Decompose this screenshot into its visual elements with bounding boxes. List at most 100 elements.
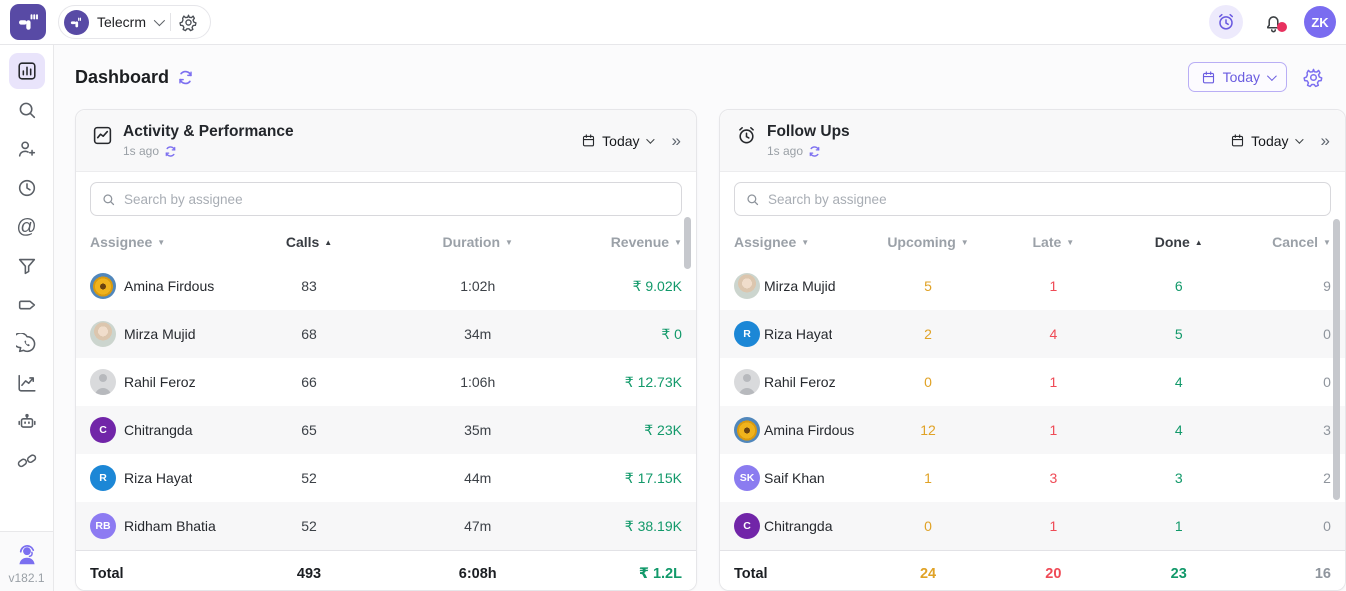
sidebar-item-dashboard[interactable] bbox=[9, 53, 45, 89]
followups-panel-title: Follow Ups bbox=[767, 123, 850, 142]
column-header-assignee[interactable]: Assignee▼ bbox=[90, 234, 256, 250]
column-header-revenue[interactable]: Revenue▼ bbox=[593, 234, 682, 250]
activity-panel-title: Activity & Performance bbox=[123, 123, 294, 142]
telecrm-logo-icon bbox=[16, 10, 40, 34]
table-row: RRiza Hayat 2 4 5 0 bbox=[720, 310, 1345, 358]
followups-updated-label: 1s ago bbox=[767, 144, 803, 158]
table-row: Amina Firdous 83 1:02h ₹ 9.02K bbox=[76, 262, 696, 310]
global-date-filter-button[interactable]: Today bbox=[1188, 62, 1287, 92]
followups-table-body: Mirza Mujid 5 1 6 9 RRiza Hayat 2 4 5 0 bbox=[720, 262, 1345, 550]
tag-label-icon bbox=[16, 294, 38, 316]
activity-search-box bbox=[90, 182, 682, 216]
avatar bbox=[734, 273, 760, 299]
column-header-duration[interactable]: Duration▼ bbox=[362, 234, 593, 250]
sidebar-item-history[interactable] bbox=[9, 170, 45, 206]
table-row: Mirza Mujid 5 1 6 9 bbox=[720, 262, 1345, 310]
chevron-down-icon bbox=[1267, 71, 1277, 81]
sidebar-item-automation[interactable] bbox=[9, 404, 45, 440]
sidebar-item-filters[interactable] bbox=[9, 248, 45, 284]
sort-desc-icon: ▼ bbox=[157, 239, 165, 247]
followups-date-filter-label: Today bbox=[1251, 133, 1288, 149]
expand-panel-button[interactable]: » bbox=[1321, 132, 1329, 149]
user-avatar[interactable]: ZK bbox=[1304, 6, 1336, 38]
table-row: RRiza Hayat 52 44m ₹ 17.15K bbox=[76, 454, 696, 502]
workspace-logo bbox=[64, 10, 89, 35]
table-row: CChitrangda 65 35m ₹ 23K bbox=[76, 406, 696, 454]
table-row: Mirza Mujid 68 34m ₹ 0 bbox=[76, 310, 696, 358]
page-title-text: Dashboard bbox=[75, 67, 169, 88]
column-header-late[interactable]: Late▼ bbox=[991, 234, 1116, 250]
avatar bbox=[90, 321, 116, 347]
avatar bbox=[90, 273, 116, 299]
total-label: Total bbox=[734, 566, 865, 582]
avatar: RB bbox=[90, 513, 116, 539]
table-row: CChitrangda 0 1 1 0 bbox=[720, 502, 1345, 550]
sidebar-nav: @ bbox=[0, 45, 54, 591]
sort-desc-icon: ▼ bbox=[674, 239, 682, 247]
workspace-name: Telecrm bbox=[97, 14, 146, 30]
sort-desc-icon: ▼ bbox=[801, 239, 809, 247]
support-headset-icon[interactable] bbox=[14, 542, 40, 568]
avatar bbox=[734, 369, 760, 395]
workspace-switcher[interactable]: Telecrm bbox=[58, 5, 211, 39]
activity-date-filter-label: Today bbox=[602, 133, 639, 149]
scrollbar-thumb[interactable] bbox=[684, 217, 691, 269]
scrollbar-thumb[interactable] bbox=[1333, 219, 1340, 500]
followups-search-input[interactable] bbox=[768, 192, 1320, 207]
avatar: R bbox=[734, 321, 760, 347]
whatsapp-icon bbox=[16, 333, 38, 355]
chevron-down-icon bbox=[646, 135, 654, 143]
search-icon bbox=[745, 192, 760, 207]
activity-table-header: Assignee▼ Calls▲ Duration▼ Revenue▼ bbox=[76, 222, 696, 262]
expand-panel-button[interactable]: » bbox=[672, 132, 680, 149]
follow-ups-panel: Follow Ups 1s ago bbox=[719, 109, 1346, 591]
followups-alarm-icon bbox=[736, 125, 757, 146]
sidebar-item-mentions[interactable]: @ bbox=[9, 209, 45, 245]
dashboard-settings-gear-icon[interactable] bbox=[1303, 67, 1324, 88]
column-header-cancel[interactable]: Cancel▼ bbox=[1241, 234, 1331, 250]
activity-table-body: Amina Firdous 83 1:02h ₹ 9.02K Mirza Muj… bbox=[76, 262, 696, 550]
sidebar-item-search[interactable] bbox=[9, 92, 45, 128]
column-header-done[interactable]: Done▲ bbox=[1116, 234, 1241, 250]
workspace-settings-gear-icon[interactable] bbox=[179, 13, 198, 32]
total-upcoming: 24 bbox=[865, 566, 990, 582]
refresh-icon[interactable] bbox=[177, 69, 194, 86]
reminders-button[interactable] bbox=[1209, 5, 1243, 39]
trend-analytics-icon bbox=[16, 372, 38, 394]
sidebar-item-add-lead[interactable] bbox=[9, 131, 45, 167]
calendar-icon bbox=[581, 133, 596, 148]
refresh-icon[interactable] bbox=[164, 145, 177, 158]
refresh-icon[interactable] bbox=[808, 145, 821, 158]
column-header-assignee[interactable]: Assignee▼ bbox=[734, 234, 865, 250]
chevron-down-icon bbox=[1295, 135, 1303, 143]
avatar: C bbox=[734, 513, 760, 539]
column-header-calls[interactable]: Calls▲ bbox=[256, 234, 363, 250]
total-revenue: ₹ 1.2L bbox=[593, 566, 682, 582]
sidebar-item-integrations[interactable] bbox=[9, 443, 45, 479]
followups-total-row: Total 24 20 23 16 bbox=[720, 550, 1345, 591]
activity-search-input[interactable] bbox=[124, 192, 671, 207]
activity-updated-label: 1s ago bbox=[123, 144, 159, 158]
followups-table-header: Assignee▼ Upcoming▼ Late▼ Done▲ Cancel▼ bbox=[720, 222, 1345, 262]
sort-desc-icon: ▼ bbox=[1066, 239, 1074, 247]
dashboard-chart-icon bbox=[16, 60, 38, 82]
activity-date-filter[interactable]: Today bbox=[581, 133, 651, 149]
sidebar-item-labels[interactable] bbox=[9, 287, 45, 323]
followups-search-box bbox=[734, 182, 1331, 216]
at-mention-icon: @ bbox=[16, 217, 36, 237]
column-header-upcoming[interactable]: Upcoming▼ bbox=[865, 234, 990, 250]
table-row: Amina Firdous 12 1 4 3 bbox=[720, 406, 1345, 454]
followups-date-filter[interactable]: Today bbox=[1230, 133, 1300, 149]
robot-icon bbox=[16, 411, 38, 433]
app-header: Telecrm ZK bbox=[0, 0, 1346, 45]
sort-asc-icon: ▲ bbox=[324, 239, 332, 247]
filter-funnel-icon bbox=[16, 255, 38, 277]
sidebar-item-analytics[interactable] bbox=[9, 365, 45, 401]
calendar-icon bbox=[1230, 133, 1245, 148]
sort-asc-icon: ▲ bbox=[1195, 239, 1203, 247]
sidebar-item-whatsapp[interactable] bbox=[9, 326, 45, 362]
total-duration: 6:08h bbox=[362, 566, 593, 582]
sort-desc-icon: ▼ bbox=[1323, 239, 1331, 247]
notifications-button[interactable] bbox=[1263, 12, 1284, 33]
table-row: SKSaif Khan 1 3 3 2 bbox=[720, 454, 1345, 502]
